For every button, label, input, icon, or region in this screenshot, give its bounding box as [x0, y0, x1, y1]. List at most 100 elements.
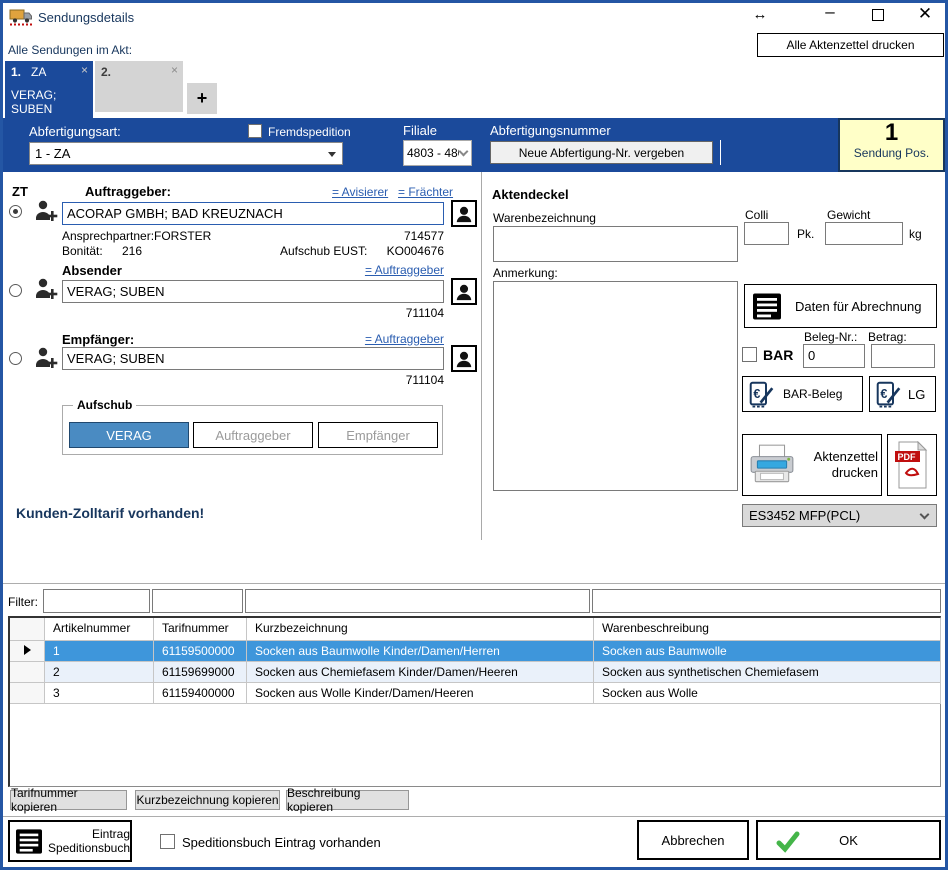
- ok-button[interactable]: OK: [756, 820, 941, 860]
- aufschub-verag-button[interactable]: VERAG: [69, 422, 189, 448]
- maximize-icon[interactable]: [872, 9, 884, 21]
- aktenzettel-drucken-button[interactable]: Aktenzettel drucken: [742, 434, 882, 496]
- filiale-dropdown[interactable]: 4803 - 480: [403, 140, 472, 166]
- filter-input-warenbeschreibung[interactable]: [592, 589, 941, 613]
- beleg-nr-input[interactable]: 0: [803, 344, 865, 368]
- copy-button-label: Beschreibung kopieren: [287, 786, 408, 814]
- table-cell[interactable]: 1: [45, 641, 154, 662]
- table-cell[interactable]: 3: [45, 683, 154, 704]
- minimize-icon[interactable]: –: [820, 2, 840, 22]
- empfaenger-input[interactable]: VERAG; SUBEN: [62, 347, 444, 370]
- copy-button-label: Kurzbezeichnung kopieren: [136, 793, 278, 807]
- column-header-kurzbezeichnung[interactable]: Kurzbezeichnung: [247, 618, 594, 641]
- abbrechen-button[interactable]: Abbrechen: [637, 820, 749, 860]
- aufschub-auftraggeber-button[interactable]: Auftraggeber: [193, 422, 313, 448]
- aufschub-empfaenger-button[interactable]: Empfänger: [318, 422, 438, 448]
- table-cell[interactable]: Socken aus Chemiefasem Kinder/Damen/Heer…: [247, 662, 594, 683]
- gewicht-label: Gewicht: [827, 208, 870, 222]
- zt-radio-absender[interactable]: [9, 284, 22, 297]
- table-cell[interactable]: Socken aus Wolle Kinder/Damen/Heeren: [247, 683, 594, 704]
- pdf-export-button[interactable]: PDF: [887, 434, 937, 496]
- ok-label: OK: [839, 833, 858, 848]
- close-icon[interactable]: ✕: [914, 4, 936, 24]
- filter-input-kurzbezeichnung[interactable]: [245, 589, 590, 613]
- absender-number: 711104: [344, 306, 444, 320]
- absender-auftraggeber-link[interactable]: = Auftraggeber: [344, 263, 444, 277]
- person-add-icon[interactable]: [33, 345, 59, 374]
- speditionsbuch-checkbox[interactable]: [160, 834, 175, 849]
- zt-radio-auftraggeber[interactable]: [9, 205, 22, 218]
- aktenzettel-label: Aktenzettel drucken: [802, 449, 878, 481]
- list-icon: [16, 829, 42, 854]
- anmerkung-textarea[interactable]: [493, 281, 738, 491]
- table-cell[interactable]: 2: [45, 662, 154, 683]
- person-add-icon[interactable]: [33, 198, 59, 227]
- person-add-icon[interactable]: [33, 276, 59, 305]
- table-cell[interactable]: Socken aus Baumwolle Kinder/Damen/Herren: [247, 641, 594, 662]
- kurzbezeichnung-kopieren-button[interactable]: Kurzbezeichnung kopieren: [135, 790, 280, 810]
- bar-beleg-label: BAR-Beleg: [783, 387, 842, 401]
- bar-checkbox[interactable]: [742, 347, 757, 362]
- column-header-artikelnummer[interactable]: Artikelnummer: [45, 618, 154, 641]
- zt-radio-empfaenger[interactable]: [9, 352, 22, 365]
- betrag-input[interactable]: [871, 344, 935, 368]
- absender-contact-button[interactable]: [451, 278, 477, 305]
- zt-column-label: ZT: [12, 184, 28, 199]
- svg-text:€: €: [880, 387, 887, 401]
- auftraggeber-contact-button[interactable]: [451, 200, 477, 227]
- empfaenger-auftraggeber-link[interactable]: = Auftraggeber: [344, 332, 444, 346]
- lg-button[interactable]: € LG: [869, 376, 936, 412]
- table-cell[interactable]: 61159400000: [154, 683, 247, 704]
- daten-fuer-abrechnung-button[interactable]: Daten für Abrechnung: [744, 284, 937, 328]
- divider: [720, 140, 721, 165]
- tab-close-icon[interactable]: ×: [171, 63, 178, 77]
- chevron-down-icon: [920, 510, 930, 520]
- auftraggeber-number: 714577: [344, 229, 444, 243]
- absender-input[interactable]: VERAG; SUBEN: [62, 280, 444, 303]
- shipment-tab-2[interactable]: 2. ×: [95, 61, 183, 112]
- tarifnummer-kopieren-button[interactable]: Tarifnummer kopieren: [10, 790, 127, 810]
- abfertigungsart-label: Abfertigungsart:: [29, 124, 121, 139]
- warenbezeichnung-input[interactable]: [493, 226, 738, 262]
- neue-abfertigungsnummer-button[interactable]: Neue Abfertigung-Nr. vergeben: [490, 141, 713, 164]
- table-cell[interactable]: Socken aus Baumwolle: [594, 641, 941, 662]
- table-cell[interactable]: Socken aus synthetischen Chemiefasem: [594, 662, 941, 683]
- column-header-warenbeschreibung[interactable]: Warenbeschreibung: [594, 618, 941, 641]
- abfertigungsart-dropdown[interactable]: 1 - ZA: [29, 142, 343, 165]
- shipment-tab-1[interactable]: 1. ZA × VERAG; SUBEN: [5, 61, 93, 118]
- colli-unit-label: Pk.: [797, 227, 814, 241]
- gewicht-input[interactable]: [825, 222, 903, 245]
- bar-beleg-button[interactable]: € BAR-Beleg: [742, 376, 863, 412]
- abrechnung-label: Daten für Abrechnung: [795, 299, 921, 314]
- table-cell[interactable]: 61159699000: [154, 662, 247, 683]
- eintrag-speditionsbuch-button[interactable]: Eintrag Speditionsbuch: [8, 820, 132, 862]
- add-tab-button[interactable]: +: [187, 83, 217, 114]
- colli-input[interactable]: [744, 222, 789, 245]
- table-cell[interactable]: Socken aus Wolle: [594, 683, 941, 704]
- print-all-aktenzettel-button[interactable]: Alle Aktenzettel drucken: [757, 33, 944, 57]
- window-title: Sendungsdetails: [38, 10, 134, 25]
- aufschub-eust-value: KO004676: [360, 244, 444, 258]
- avisierer-link[interactable]: = Avisierer: [332, 185, 388, 199]
- column-header-tarifnummer[interactable]: Tarifnummer: [154, 618, 247, 641]
- row-indicator-cell: [10, 683, 45, 704]
- tab-close-icon[interactable]: ×: [81, 63, 88, 77]
- resize-icon[interactable]: ↔: [750, 6, 770, 23]
- aufschub-eust-label: Aufschub EUST:: [280, 244, 367, 258]
- fremdspedition-checkbox[interactable]: [248, 124, 262, 138]
- row-indicator-cell: [10, 641, 45, 662]
- bonitaet-value: 216: [122, 244, 142, 258]
- frachter-link[interactable]: = Frächter: [398, 185, 453, 199]
- bonitaet-label: Bonität:: [62, 244, 103, 258]
- filter-input-artikelnummer[interactable]: [43, 589, 150, 613]
- person-icon: [455, 350, 473, 368]
- auftraggeber-input[interactable]: ACORAP GMBH; BAD KREUZNACH: [62, 202, 444, 225]
- beschreibung-kopieren-button[interactable]: Beschreibung kopieren: [286, 790, 409, 810]
- table-cell[interactable]: 61159500000: [154, 641, 247, 662]
- printer-select[interactable]: ES3452 MFP(PCL): [742, 504, 937, 527]
- filter-input-tarifnummer[interactable]: [152, 589, 243, 613]
- printer-select-value: ES3452 MFP(PCL): [749, 508, 860, 523]
- filiale-label: Filiale: [403, 123, 437, 138]
- printer-icon: [748, 444, 796, 486]
- empfaenger-contact-button[interactable]: [451, 345, 477, 372]
